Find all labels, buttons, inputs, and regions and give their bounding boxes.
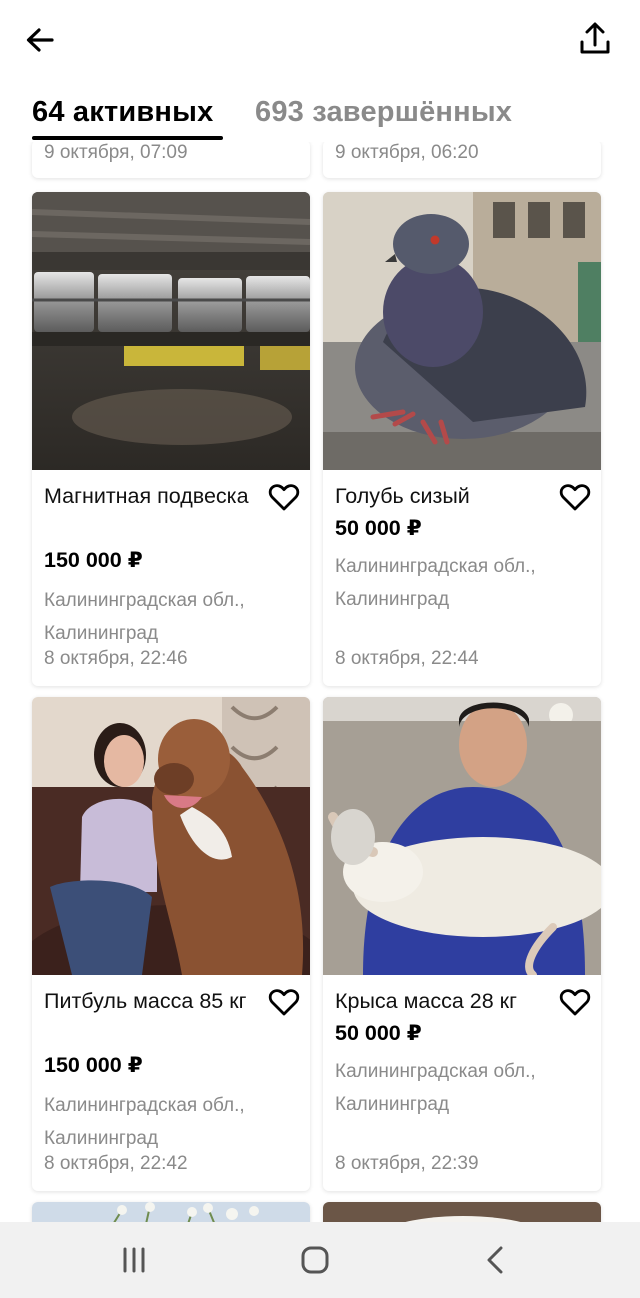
listings-grid[interactable]: 9 октября, 07:09 9 октября, 06:20 Магнит… [0, 142, 640, 1222]
listing-card-partial[interactable]: 9 октября, 06:20 [323, 142, 601, 178]
bowl-photo[interactable] [323, 1202, 601, 1222]
favorite-button[interactable] [559, 482, 591, 512]
listing-card[interactable]: Питбуль масса 85 кг 150 000 ₽ Калинингра… [32, 697, 310, 1191]
listing-date: 8 октября, 22:42 [44, 1153, 188, 1174]
listing-date: 9 октября, 07:09 [44, 142, 188, 163]
system-back-button[interactable] [478, 1244, 514, 1276]
machinery-photo[interactable] [32, 192, 310, 470]
listing-price: 50 000 ₽ [335, 1021, 422, 1045]
listing-title[interactable]: Магнитная подвеска [44, 480, 266, 512]
listing-date: 8 октября, 22:46 [44, 648, 188, 669]
listing-card-partial[interactable]: 9 октября, 07:09 [32, 142, 310, 178]
active-tab-indicator [32, 136, 223, 140]
listing-location: Калининградская обл., Калининград [44, 1095, 245, 1149]
listing-date: 8 октября, 22:44 [335, 648, 479, 669]
heart-outline-icon [559, 989, 591, 1016]
listing-title[interactable]: Крыса масса 28 кг [335, 985, 557, 1017]
woman-with-pitbull-photo[interactable] [32, 697, 310, 975]
listing-price: 150 000 ₽ [44, 548, 143, 572]
listing-card[interactable]: Крыса масса 28 кг 50 000 ₽ Калининградск… [323, 697, 601, 1191]
listing-card-partial[interactable] [323, 1202, 601, 1222]
listing-date: 9 октября, 06:20 [335, 142, 479, 163]
home-button[interactable] [297, 1244, 333, 1276]
heart-outline-icon [268, 484, 300, 511]
listing-title[interactable]: Голубь сизый [335, 480, 557, 512]
heart-outline-icon [559, 484, 591, 511]
share-button[interactable] [576, 20, 614, 58]
listing-location: Калининградская обл., Калининград [44, 590, 245, 644]
tab-active-listings[interactable]: 64 активных [32, 96, 213, 129]
listing-location: Калининградская обл., Калининград [335, 1061, 536, 1115]
man-with-rat-photo[interactable] [323, 697, 601, 975]
arrow-left-icon [26, 28, 54, 52]
listing-price: 50 000 ₽ [335, 516, 422, 540]
chevron-left-icon [487, 1246, 503, 1274]
listing-tabs: 64 активных 693 завершённых [0, 86, 640, 142]
back-button[interactable] [22, 22, 58, 58]
listing-price: 150 000 ₽ [44, 1053, 143, 1077]
flowers-photo[interactable] [32, 1202, 310, 1222]
favorite-button[interactable] [268, 987, 300, 1017]
listing-card[interactable]: Магнитная подвеска 150 000 ₽ Калининград… [32, 192, 310, 686]
share-icon [580, 22, 610, 54]
tab-completed-listings[interactable]: 693 завершённых [255, 96, 512, 129]
system-navigation-bar [0, 1222, 640, 1298]
listing-location: Калининградская обл., Калининград [335, 556, 536, 610]
listing-card[interactable]: Голубь сизый 50 000 ₽ Калининградская об… [323, 192, 601, 686]
listing-date: 8 октября, 22:39 [335, 1153, 479, 1174]
listing-title[interactable]: Питбуль масса 85 кг [44, 985, 266, 1017]
home-icon [301, 1246, 329, 1274]
favorite-button[interactable] [268, 482, 300, 512]
favorite-button[interactable] [559, 987, 591, 1017]
heart-outline-icon [268, 989, 300, 1016]
recents-button[interactable] [116, 1244, 152, 1276]
listing-card-partial[interactable] [32, 1202, 310, 1222]
top-app-bar [0, 0, 640, 86]
pigeon-photo[interactable] [323, 192, 601, 470]
recents-icon [123, 1247, 145, 1273]
